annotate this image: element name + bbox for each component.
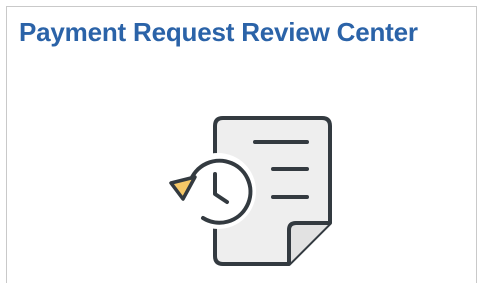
clock-background: [180, 153, 256, 229]
document-history-icon: [169, 116, 332, 266]
payment-request-review-center-tile[interactable]: Payment Request Review Center: [6, 6, 477, 283]
tile-title: Payment Request Review Center: [19, 17, 418, 47]
folded-corner: [287, 221, 330, 264]
